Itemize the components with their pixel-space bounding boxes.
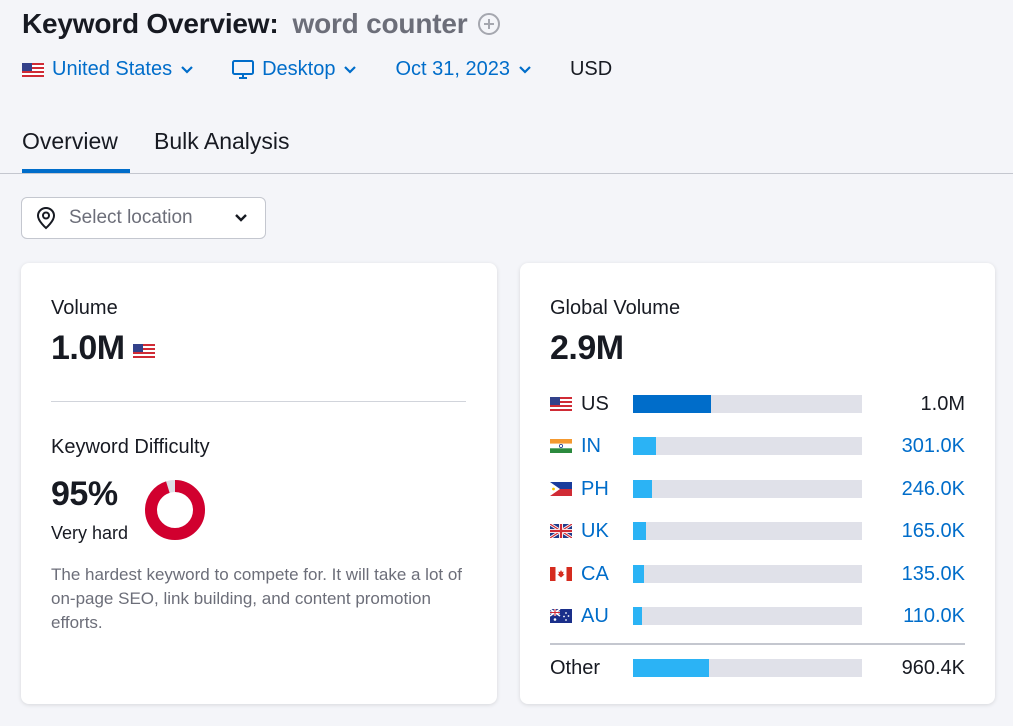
volume-bar-fill: [633, 437, 656, 455]
volume-value: 1.0M: [51, 329, 125, 367]
divider: [51, 401, 466, 402]
global-volume-card: Global Volume 2.9M US 1.0M IN 301.0K PH: [520, 263, 995, 704]
chevron-down-icon: [181, 65, 193, 74]
page-header: Keyword Overview: word counter: [22, 8, 501, 40]
date-label: Oct 31, 2023: [395, 58, 510, 80]
location-select[interactable]: Select location: [21, 197, 266, 239]
keyword-text: word counter: [292, 8, 468, 39]
volume-bar: [633, 395, 862, 413]
add-to-list-icon[interactable]: [477, 12, 501, 36]
volume-bar: [633, 565, 862, 583]
chevron-down-icon: [519, 65, 531, 74]
volume-bar-fill: [633, 395, 711, 413]
other-volume: 960.4K: [901, 656, 965, 679]
tab-overview[interactable]: Overview: [22, 128, 118, 155]
global-volume-label: Global Volume: [550, 297, 681, 319]
country-code-link[interactable]: UK: [581, 520, 633, 543]
country-volume-link[interactable]: 135.0K: [862, 563, 965, 586]
us-flag-icon: [22, 62, 44, 77]
kd-label: Keyword Difficulty: [51, 436, 210, 458]
country-code-link[interactable]: AU: [581, 605, 633, 628]
date-selector[interactable]: Oct 31, 2023: [395, 58, 532, 81]
us-flag-icon: [550, 397, 572, 411]
country-row: US 1.0M: [550, 391, 965, 417]
country-selector[interactable]: United States: [22, 58, 194, 81]
country-row: CA 135.0K: [550, 561, 965, 587]
country-code-link[interactable]: PH: [581, 478, 633, 501]
filter-bar: United States Desktop Oct 31, 2023 USD: [22, 58, 612, 81]
volume-label: Volume: [51, 297, 118, 319]
volume-bar-fill: [633, 522, 647, 540]
australia-flag-icon: [550, 609, 572, 623]
tab-bar: Overview Bulk Analysis: [0, 118, 1013, 174]
desktop-icon: [232, 59, 255, 79]
kd-value: 95%: [51, 475, 118, 513]
country-row: IN 301.0K: [550, 433, 965, 459]
volume-bar-fill: [633, 659, 709, 677]
country-volume-link[interactable]: 301.0K: [862, 435, 965, 458]
volume-bar: [633, 607, 862, 625]
volume-bar: [633, 480, 862, 498]
country-row: UK 165.0K: [550, 518, 965, 544]
other-row: Other 960.4K: [550, 655, 965, 681]
kd-description: The hardest keyword to compete for. It w…: [51, 565, 463, 632]
global-volume-value: 2.9M: [550, 329, 624, 367]
active-tab-indicator: [22, 169, 130, 173]
country-row: AU 110.0K: [550, 603, 965, 629]
kd-donut-chart: [145, 480, 205, 540]
country-row: PH 246.0K: [550, 476, 965, 502]
country-code-link[interactable]: IN: [581, 435, 633, 458]
india-flag-icon: [550, 439, 572, 453]
philippines-flag-icon: [550, 482, 572, 496]
country-label: United States: [52, 58, 173, 80]
volume-card: Volume 1.0M Keyword Difficulty 95% Very …: [21, 263, 497, 704]
currency-label: USD: [569, 58, 613, 80]
country-volume-link[interactable]: 110.0K: [862, 605, 965, 628]
divider: [550, 643, 965, 645]
chevron-down-icon: [344, 65, 357, 74]
kd-donut-fill: [145, 480, 205, 540]
location-placeholder: Select location: [69, 207, 193, 228]
canada-flag-icon: [550, 567, 572, 581]
volume-bar-fill: [633, 607, 642, 625]
page-title: Keyword Overview:: [22, 8, 279, 39]
country-volume: 1.0M: [920, 392, 965, 415]
volume-bar-fill: [633, 480, 653, 498]
uk-flag-icon: [550, 524, 572, 538]
kd-rating: Very hard: [51, 523, 129, 543]
other-label: Other: [550, 656, 601, 679]
volume-bar-fill: [633, 565, 644, 583]
device-selector[interactable]: Desktop: [232, 58, 357, 81]
tab-bulk-analysis[interactable]: Bulk Analysis: [154, 128, 290, 155]
volume-bar: [633, 659, 862, 677]
country-code: US: [581, 392, 609, 415]
us-flag-icon: [132, 343, 155, 358]
volume-bar: [633, 437, 862, 455]
country-volume-link[interactable]: 165.0K: [862, 520, 965, 543]
country-volume-link[interactable]: 246.0K: [862, 478, 965, 501]
country-code-link[interactable]: CA: [581, 563, 633, 586]
chevron-down-icon: [235, 214, 247, 222]
device-label: Desktop: [262, 58, 336, 80]
location-pin-icon: [36, 206, 56, 230]
volume-bar: [633, 522, 862, 540]
